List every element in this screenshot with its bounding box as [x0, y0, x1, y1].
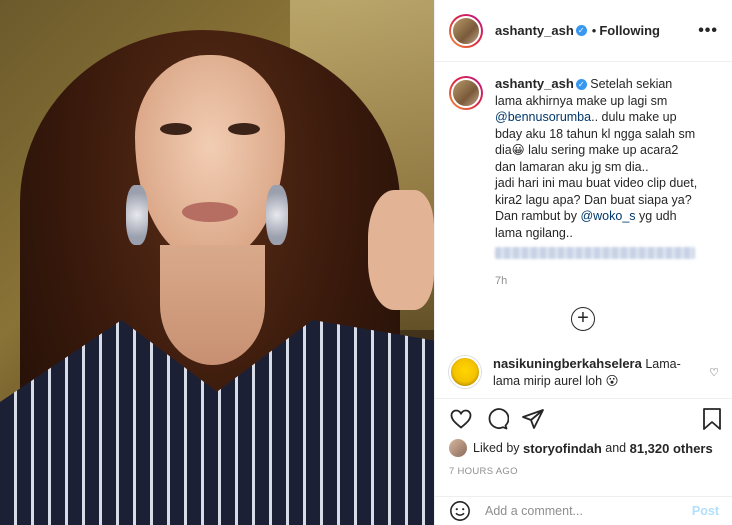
liker-username[interactable]: storyofindah	[523, 441, 602, 456]
mention-link[interactable]: @woko_s	[580, 209, 635, 223]
comment-input[interactable]	[485, 504, 680, 518]
likes-count[interactable]: 81,320 others	[630, 441, 713, 456]
comments-section: ashanty_ash ✓ Setelah sekian lama akhirny…	[435, 62, 732, 398]
image-earring-left	[126, 185, 148, 245]
post-image[interactable]	[0, 0, 434, 525]
author-info: ashanty_ash ✓ • Following	[495, 23, 660, 38]
likes-prefix: Liked by	[473, 441, 520, 455]
more-horizontal-icon[interactable]: •••	[698, 22, 718, 40]
verified-icon: ✓	[575, 79, 587, 91]
blurred-hashtags	[495, 247, 695, 259]
author-username[interactable]: ashanty_ash	[495, 23, 574, 38]
caption-text-4: Dan rambut by	[495, 209, 577, 223]
commenter-avatar[interactable]	[449, 356, 481, 388]
image-hand	[368, 190, 434, 310]
caption-avatar[interactable]	[449, 76, 483, 110]
caption-username[interactable]: ashanty_ash	[495, 76, 574, 91]
post-sidebar: ashanty_ash ✓ • Following ••• ashanty_as…	[434, 0, 732, 525]
share-icon[interactable]	[521, 407, 545, 431]
verified-icon: ✓	[575, 25, 587, 36]
post-button[interactable]: Post	[692, 504, 719, 518]
following-button[interactable]: Following	[599, 23, 660, 38]
comment-text: nasikuningberkahselera Lama-lama mirip a…	[493, 356, 683, 389]
likes-summary: Liked by storyofindah and 81,320 others	[449, 439, 713, 457]
caption-time: 7h	[495, 275, 508, 287]
comment-icon[interactable]	[485, 407, 509, 431]
heart-icon[interactable]	[449, 407, 473, 431]
liker-avatar[interactable]	[449, 439, 467, 457]
image-earring-right	[266, 185, 288, 245]
image-eye-left	[160, 123, 192, 135]
image-neck	[160, 245, 265, 365]
caption-text-3: jadi hari ini mau buat video clip duet, …	[495, 176, 698, 207]
caption-text: ashanty_ash ✓ Setelah sekian lama akhirny…	[495, 76, 701, 290]
post-header: ashanty_ash ✓ • Following •••	[435, 0, 732, 62]
author-avatar[interactable]	[449, 13, 483, 48]
emoji-icon[interactable]	[449, 500, 471, 522]
instagram-post: ashanty_ash ✓ • Following ••• ashanty_as…	[0, 0, 732, 525]
separator-dot: •	[591, 23, 597, 38]
heart-icon[interactable]: ♡	[709, 366, 719, 379]
action-bar	[435, 398, 732, 440]
image-eye-right	[228, 123, 260, 135]
comment-item: nasikuningberkahselera Lama-lama mirip a…	[449, 356, 719, 389]
add-comment-bar: Post	[435, 496, 732, 525]
mention-link[interactable]: @bennusorumba	[495, 110, 591, 124]
posted-time[interactable]: 7 HOURS AGO	[449, 466, 518, 477]
plus-circle-icon[interactable]: +	[571, 307, 595, 331]
bookmark-icon[interactable]	[701, 407, 723, 431]
commenter-username[interactable]: nasikuningberkahselera	[493, 356, 642, 371]
caption: ashanty_ash ✓ Setelah sekian lama akhirny…	[449, 76, 718, 290]
image-lips	[182, 202, 238, 222]
likes-conj: and	[605, 441, 627, 455]
